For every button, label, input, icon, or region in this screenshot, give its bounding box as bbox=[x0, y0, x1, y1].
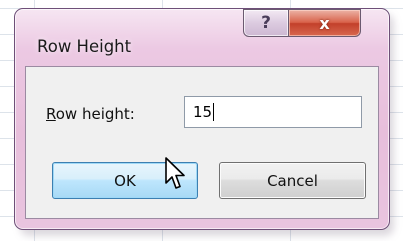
close-button[interactable]: x bbox=[289, 9, 361, 37]
dialog-title: Row Height bbox=[37, 37, 132, 56]
row-height-input[interactable]: 15 bbox=[184, 96, 362, 128]
cancel-button[interactable]: Cancel bbox=[219, 162, 366, 199]
label-text: ow height: bbox=[55, 105, 135, 123]
close-icon: x bbox=[319, 13, 330, 33]
dialog-body: Row height: 15 OK Cancel bbox=[25, 66, 379, 219]
label-mnemonic: R bbox=[46, 105, 56, 123]
row-height-dialog: Row Height ? x Row height: 15 OK Cancel bbox=[14, 8, 390, 230]
mouse-pointer-icon bbox=[165, 157, 185, 189]
row-height-value: 15 bbox=[193, 103, 213, 121]
text-caret bbox=[213, 103, 215, 121]
caption-buttons: ? x bbox=[243, 9, 373, 39]
row-height-label: Row height: bbox=[46, 105, 135, 123]
help-icon: ? bbox=[261, 13, 271, 33]
help-button[interactable]: ? bbox=[243, 9, 289, 37]
